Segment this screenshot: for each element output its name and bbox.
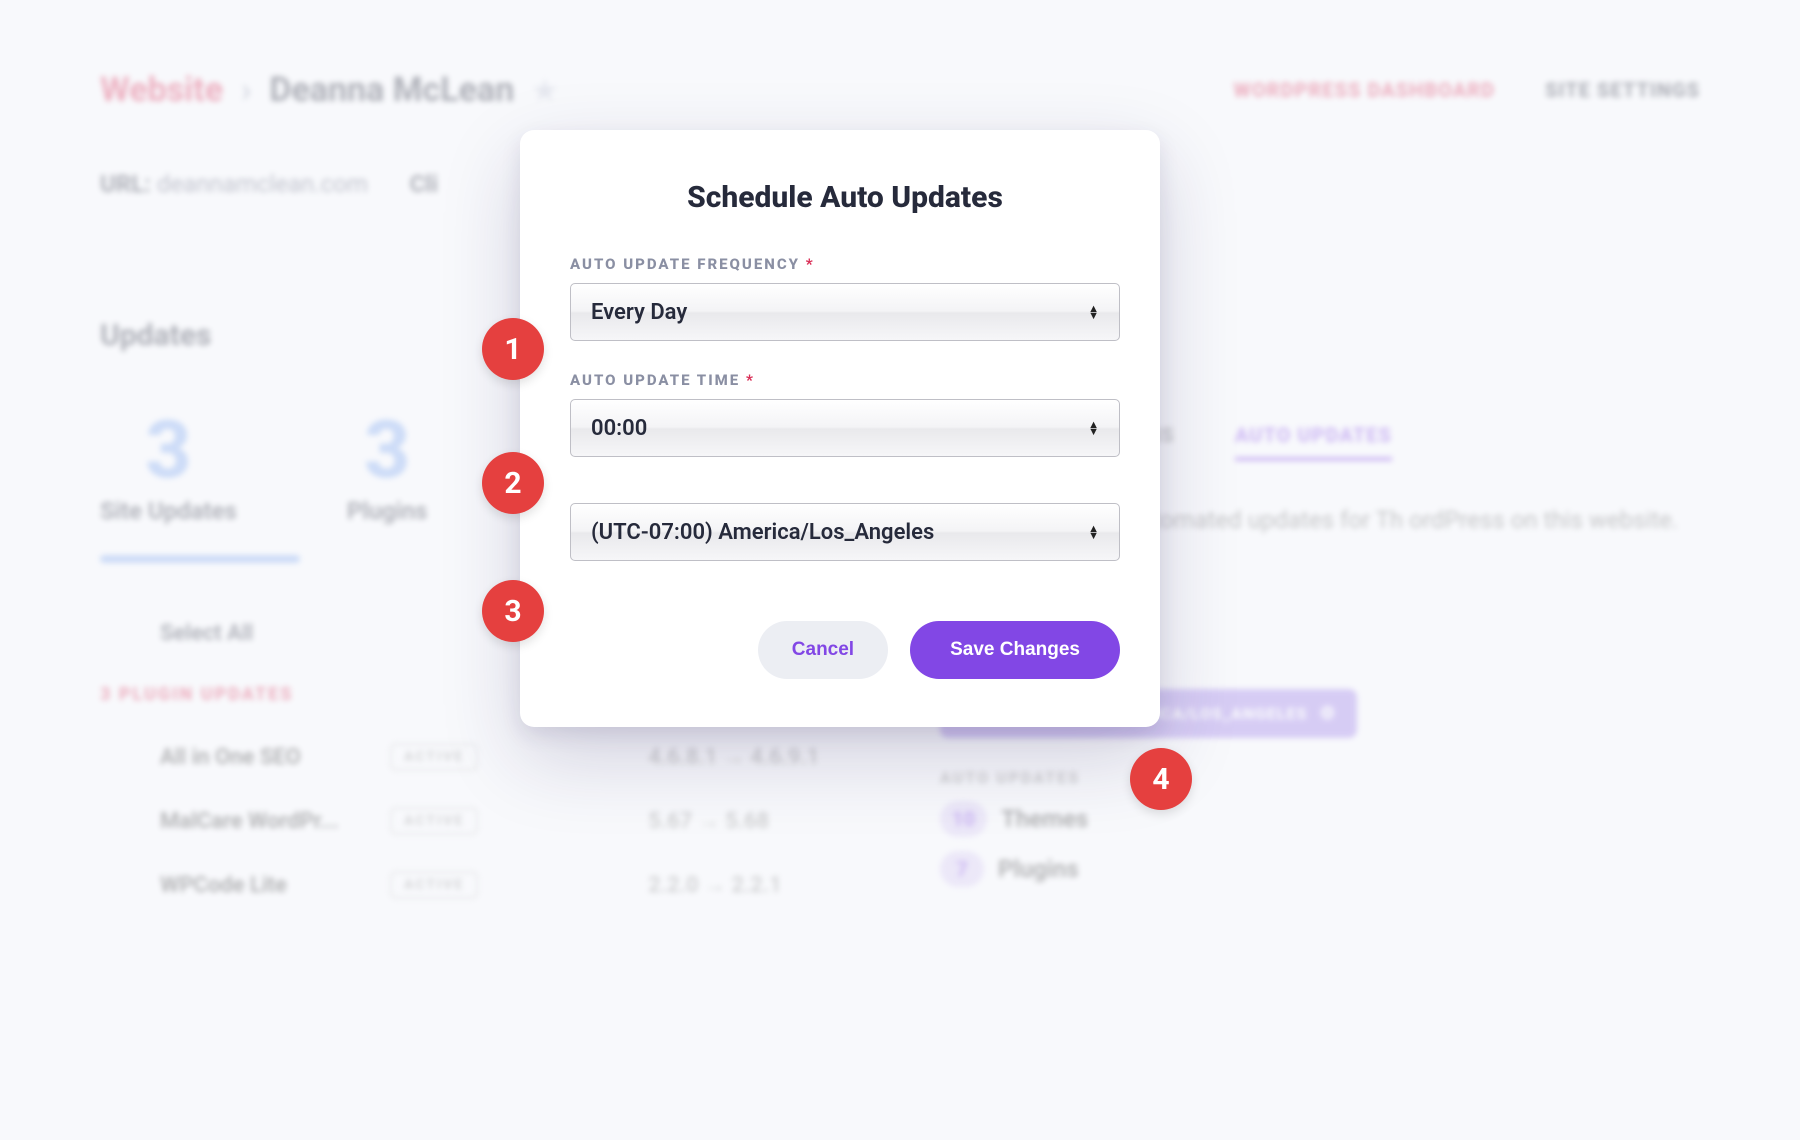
tab-underline	[100, 555, 300, 563]
frequency-value: Every Day	[591, 300, 687, 325]
annotation-badge-1: 1	[482, 318, 544, 380]
chevron-updown-icon: ▲▼	[1088, 525, 1099, 539]
plugins-count: 7 Plugins	[940, 851, 1700, 887]
time-value: 00:00	[591, 416, 647, 441]
frequency-select[interactable]: Every Day ▲▼	[570, 283, 1120, 341]
list-item[interactable]: MalCare WordPr... ACTIVE 5.67 → 5.68	[100, 789, 880, 853]
time-label: AUTO UPDATE TIME *	[570, 371, 1120, 389]
tab-auto-updates[interactable]: AUTO UPDATES	[1235, 423, 1392, 461]
gear-icon	[1319, 703, 1336, 724]
breadcrumb: Website › Deanna McLean ★	[100, 70, 557, 110]
annotation-badge-3: 3	[482, 580, 544, 642]
list-item[interactable]: WPCode Lite ACTIVE 2.2.0 → 2.2.1	[100, 853, 880, 917]
timezone-value: (UTC-07:00) America/Los_Angeles	[591, 520, 934, 545]
time-select[interactable]: 00:00 ▲▼	[570, 399, 1120, 457]
save-changes-button[interactable]: Save Changes	[910, 621, 1120, 679]
breadcrumb-root[interactable]: Website	[100, 70, 223, 110]
schedule-auto-updates-modal: Schedule Auto Updates AUTO UPDATE FREQUE…	[520, 130, 1160, 727]
breadcrumb-leaf: Deanna McLean	[269, 70, 514, 110]
site-updates-counter[interactable]: 3 Site Updates	[100, 403, 237, 525]
plugins-counter[interactable]: 3 Plugins	[347, 403, 428, 525]
chevron-right-icon: ›	[241, 70, 251, 110]
site-settings-link[interactable]: SITE SETTINGS	[1545, 78, 1700, 102]
chevron-updown-icon: ▲▼	[1088, 421, 1099, 435]
cancel-button[interactable]: Cancel	[758, 621, 888, 679]
wordpress-dashboard-link[interactable]: WORDPRESS DASHBOARD	[1233, 78, 1495, 102]
annotation-badge-4: 4	[1130, 748, 1192, 810]
annotation-badge-2: 2	[482, 452, 544, 514]
list-item[interactable]: All in One SEO ACTIVE 4.6.8.1 → 4.6.9.1	[100, 725, 880, 789]
themes-count: 10 Themes	[940, 801, 1700, 837]
auto-updates-heading: AUTO UPDATES	[940, 768, 1700, 787]
chevron-updown-icon: ▲▼	[1088, 305, 1099, 319]
modal-title: Schedule Auto Updates	[570, 180, 1120, 215]
star-icon[interactable]: ★	[532, 74, 557, 107]
frequency-label: AUTO UPDATE FREQUENCY *	[570, 255, 1120, 273]
timezone-select[interactable]: (UTC-07:00) America/Los_Angeles ▲▼	[570, 503, 1120, 561]
